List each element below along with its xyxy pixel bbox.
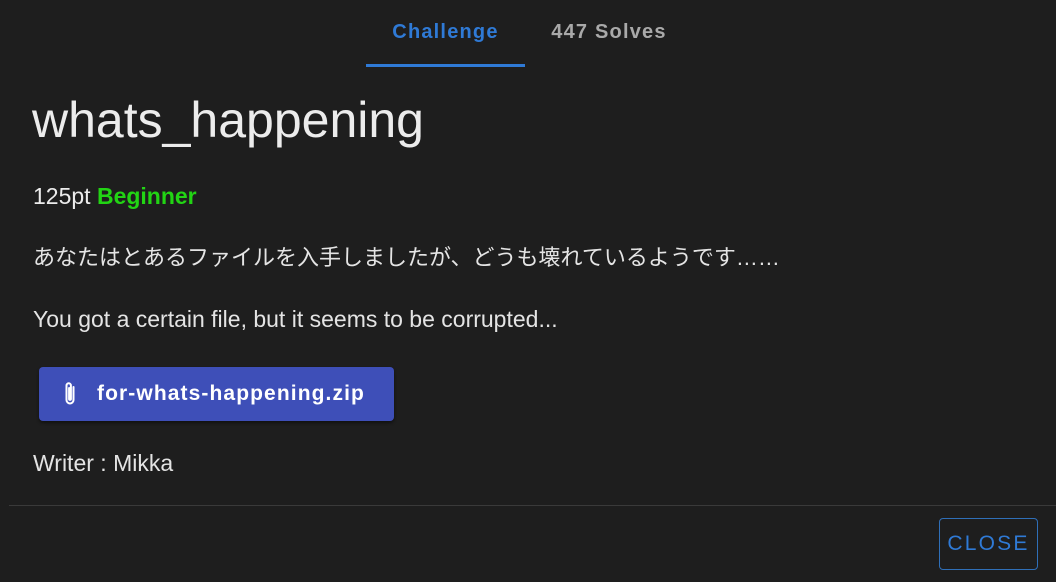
challenge-meta: 125pt Beginner — [33, 182, 197, 210]
paperclip-icon — [65, 382, 75, 405]
writer-credit: Writer : Mikka — [33, 450, 174, 476]
active-tab-indicator — [366, 64, 525, 67]
tab-solves[interactable]: 447 Solves — [525, 0, 693, 64]
challenge-dialog: Challenge 447 Solves whats_happening 125… — [0, 0, 1056, 582]
download-attachment-button[interactable]: for-whats-happening.zip — [39, 367, 394, 421]
challenge-title: whats_happening — [32, 92, 424, 148]
attachment-filename: for-whats-happening.zip — [97, 382, 365, 405]
challenge-points: 125pt — [33, 183, 91, 209]
tab-challenge[interactable]: Challenge — [366, 0, 525, 64]
description-english: You got a certain file, but it seems to … — [33, 306, 558, 332]
close-button-label: CLOSE — [947, 532, 1030, 555]
close-button[interactable]: CLOSE — [939, 518, 1038, 570]
difficulty-badge: Beginner — [96, 183, 197, 209]
tab-solves-label: 447 Solves — [551, 20, 667, 43]
footer-divider — [9, 505, 1056, 506]
tab-challenge-label: Challenge — [392, 20, 499, 43]
tab-bar: Challenge 447 Solves — [0, 0, 1056, 68]
description-japanese: あなたはとあるファイルを入手しましたが、どうも壊れているようです…… — [33, 245, 780, 270]
